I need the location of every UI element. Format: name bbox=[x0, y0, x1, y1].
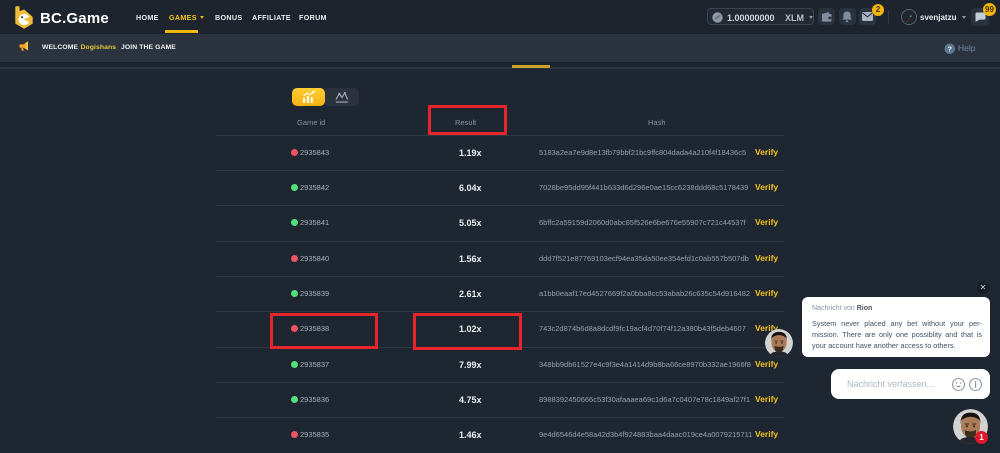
svg-text:?: ? bbox=[947, 44, 952, 53]
